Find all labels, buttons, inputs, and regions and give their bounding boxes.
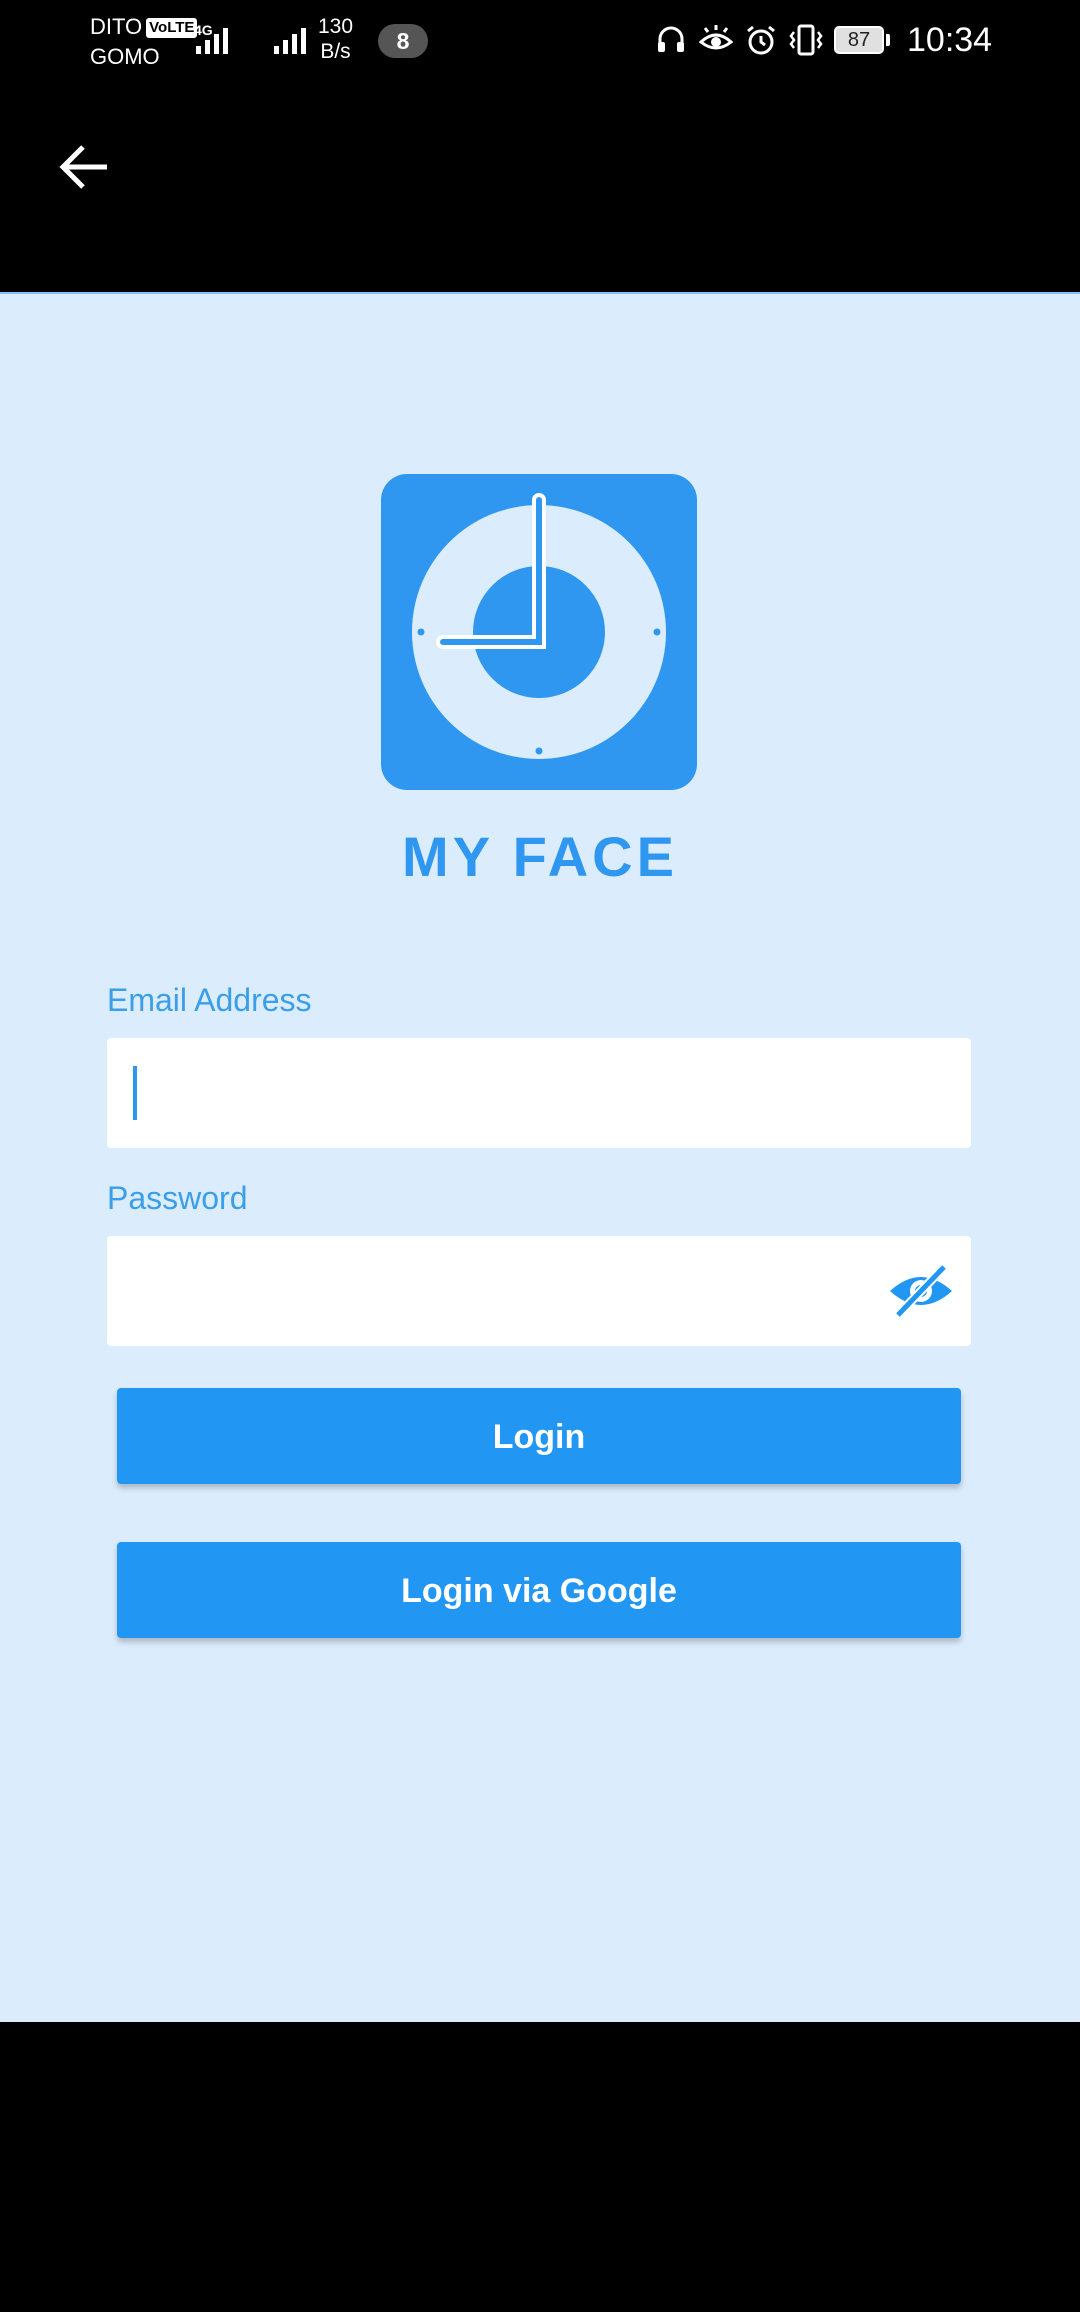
status-bar: DITO VoLTE GOMO 4G 130 B/s 8 87 10:34 — [0, 0, 1080, 80]
network-speed-value: 130 — [318, 15, 354, 38]
back-button[interactable] — [50, 132, 120, 202]
status-time: 10:34 — [907, 21, 993, 59]
google-login-button[interactable]: Login via Google — [117, 1542, 961, 1638]
arrow-left-icon — [59, 145, 107, 189]
network-speed-unit: B/s — [320, 40, 351, 63]
password-field-container — [107, 1236, 971, 1346]
carrier-name-secondary: GOMO — [90, 44, 160, 69]
eye-comfort-icon — [698, 25, 734, 50]
battery-tip — [886, 34, 890, 46]
screen: DITO VoLTE GOMO 4G 130 B/s 8 87 10:34 MY… — [0, 0, 1080, 2312]
email-field[interactable] — [133, 1038, 893, 1148]
login-button[interactable]: Login — [117, 1388, 961, 1484]
alarm-icon — [747, 25, 775, 55]
signal-strength-icon — [196, 24, 228, 54]
password-label: Password — [107, 1180, 248, 1216]
bottom-area — [0, 2022, 1080, 2312]
carrier-name-primary: DITO — [90, 14, 143, 39]
vibrate-icon — [789, 24, 823, 56]
volte-badge: VoLTE — [146, 18, 198, 38]
eye-off-icon — [890, 1263, 952, 1319]
notification-count-badge: 8 — [378, 24, 428, 58]
app-bar — [0, 80, 1080, 292]
headphones-icon — [658, 26, 684, 52]
email-label: Email Address — [107, 982, 312, 1018]
password-visibility-toggle[interactable] — [885, 1259, 957, 1323]
email-field-container — [107, 1038, 971, 1148]
login-content: MY FACE Email Address Password Login Log… — [0, 292, 1080, 2022]
status-icons: 87 — [654, 20, 890, 60]
carrier-info: DITO VoLTE GOMO — [90, 12, 198, 72]
network-speed: 130 B/s — [318, 14, 353, 64]
app-name: MY FACE — [402, 825, 678, 888]
signal-strength-icon — [274, 24, 306, 54]
clock-face-icon — [381, 474, 697, 790]
battery-icon: 87 — [834, 26, 884, 54]
text-cursor — [133, 1066, 137, 1120]
password-field[interactable] — [133, 1236, 893, 1346]
